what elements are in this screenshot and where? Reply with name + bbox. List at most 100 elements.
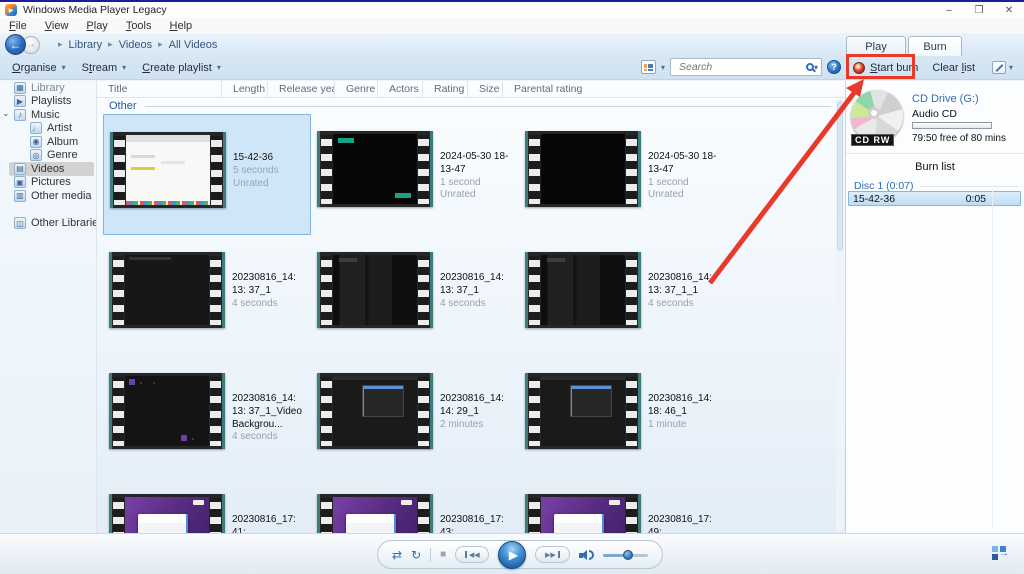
burn-panel: CD RW CD Drive (G:) Audio CD 79:50 free … [845, 81, 1024, 533]
breadcrumb-arrow-icon: ▸ [158, 39, 163, 49]
library-icon: ▦ [14, 81, 26, 94]
tab-play[interactable]: Play [846, 36, 906, 56]
switch-to-now-playing-button[interactable]: → [992, 546, 1014, 561]
view-options-icon[interactable] [640, 60, 656, 74]
video-item[interactable]: 20230816_14: 13: 37_1 4 seconds [103, 235, 311, 356]
tab-burn[interactable]: Burn [908, 36, 962, 56]
menu-file[interactable]: File [0, 18, 36, 33]
burn-list-item[interactable]: 15-42-36 0:05 [848, 191, 1021, 206]
breadcrumb-library[interactable]: Library [69, 39, 103, 51]
sidebar-item-music[interactable]: ⌄ ♪ Music [0, 108, 94, 122]
video-title: 20230816_14: 14: 29_1 [440, 393, 504, 417]
volume-slider-thumb[interactable] [622, 549, 633, 560]
column-rating[interactable]: Rating [423, 81, 468, 97]
play-button[interactable]: ▶ [498, 540, 527, 569]
menu-play[interactable]: Play [77, 18, 116, 33]
column-length[interactable]: Length [222, 81, 268, 97]
cd-drive-link[interactable]: CD Drive (G:) [912, 93, 979, 105]
video-duration: 5 seconds [233, 164, 279, 176]
close-button[interactable]: ✕ [994, 2, 1024, 18]
menu-help[interactable]: Help [161, 18, 202, 33]
video-item[interactable]: 20230816_17: 41: [103, 477, 311, 533]
chevron-down-icon: ▾ [61, 63, 66, 72]
sidebar-item-artist[interactable]: ♩ Artist [0, 122, 94, 136]
scrollbar-thumb[interactable] [837, 101, 843, 251]
video-thumbnail [317, 494, 433, 533]
burn-options-icon [992, 61, 1006, 74]
column-genre[interactable]: Genre [335, 81, 378, 97]
column-title[interactable]: Title [97, 81, 222, 97]
create-playlist-button[interactable]: Create playlist ▾ [136, 58, 227, 77]
stream-button[interactable]: Stream ▾ [76, 58, 132, 77]
video-item[interactable]: 2024-05-30 18-13-47 1 second Unrated [311, 114, 519, 235]
video-thumbnail [525, 131, 641, 207]
burn-options-button[interactable]: ▾ [992, 60, 1016, 75]
video-rating: Unrated [233, 177, 269, 189]
video-item[interactable]: 15-42-36 5 seconds Unrated [103, 114, 311, 235]
window-title: Windows Media Player Legacy [23, 4, 167, 16]
group-header-other: Other [97, 98, 845, 114]
previous-button[interactable]: ◀◀ [455, 546, 490, 563]
shuffle-icon[interactable]: ⇄ [392, 549, 402, 561]
video-duration: 4 seconds [232, 431, 278, 443]
now-playing-arrow-icon: → [999, 548, 1009, 559]
video-thumbnail [317, 252, 433, 328]
help-icon[interactable]: ? [827, 60, 841, 74]
repeat-icon[interactable]: ↻ [411, 549, 421, 561]
sidebar-item-genre[interactable]: ◎ Genre [0, 149, 94, 163]
control-divider [430, 547, 432, 562]
chevron-down-icon[interactable]: ▾ [661, 63, 665, 72]
video-title: 20230816_14: 13: 37_1 [232, 272, 296, 296]
search-icon[interactable] [805, 63, 814, 71]
video-item[interactable]: 20230816_17: 49: [519, 477, 727, 533]
column-actors[interactable]: Actors [378, 81, 423, 97]
sidebar-item-album[interactable]: ◉ Album [0, 135, 94, 149]
video-item[interactable]: 20230816_14: 13: 37_1_1 4 seconds [519, 235, 727, 356]
video-duration: 1 second [440, 176, 481, 188]
next-button[interactable]: ▶▶ [535, 546, 570, 563]
video-item[interactable]: 2024-05-30 18-13-47 1 second Unrated [519, 114, 727, 235]
menu-view[interactable]: View [36, 18, 78, 33]
minimize-button[interactable]: – [934, 2, 964, 18]
volume-icon[interactable] [578, 549, 594, 561]
sidebar-item-other-media[interactable]: ▥ Other media [0, 189, 94, 203]
sidebar-item-pictures[interactable]: ▣ Pictures [0, 176, 94, 190]
playback-bar: ⇄ ↻ ■ ◀◀ ▶ ▶▶ → [0, 533, 1024, 574]
window-controls: – ❐ ✕ [934, 2, 1024, 18]
clear-list-button[interactable]: Clear list [932, 62, 975, 74]
menu-tools[interactable]: Tools [117, 18, 161, 33]
library-pane: Title Length Release year Genre Actors R… [96, 81, 845, 533]
other-media-icon: ▥ [14, 189, 26, 202]
video-title: 2024-05-30 18-13-47 [440, 151, 509, 175]
column-size[interactable]: Size [468, 81, 503, 97]
video-item[interactable]: 20230816_14: 13: 37_1_Video Backgrou... 4… [103, 356, 311, 477]
column-release-year[interactable]: Release year [268, 81, 335, 97]
breadcrumb-all-videos[interactable]: All Videos [169, 39, 218, 51]
volume-slider[interactable] [602, 549, 648, 561]
search-input[interactable] [677, 60, 806, 74]
video-item[interactable]: 20230816_14: 14: 29_1 2 minutes [311, 356, 519, 477]
video-item[interactable]: 20230816_17: 43: [311, 477, 519, 533]
expand-chevron-icon[interactable]: ⌄ [2, 108, 10, 119]
video-item[interactable]: 20230816_14: 13: 37_1 4 seconds [311, 235, 519, 356]
organise-button[interactable]: Organise ▾ [6, 58, 72, 77]
video-duration: 4 seconds [440, 297, 486, 309]
video-item[interactable]: 20230816_14: 18: 46_1 1 minute [519, 356, 727, 477]
column-parental-rating[interactable]: Parental rating [503, 81, 595, 97]
video-thumbnail [317, 131, 433, 207]
cd-rw-label: CD RW [851, 134, 895, 146]
stop-button[interactable]: ■ [440, 549, 446, 560]
video-title: 20230816_14: 18: 46_1 [648, 393, 712, 417]
maximize-button[interactable]: ❐ [964, 2, 994, 18]
scrollbar[interactable] [836, 99, 844, 531]
video-title: 20230816_17: 43: [440, 514, 504, 533]
breadcrumb-arrow-icon: ▸ [58, 39, 63, 49]
sidebar-item-library[interactable]: ▦ Library [0, 81, 94, 95]
back-button[interactable]: ← [5, 34, 26, 55]
sidebar-item-videos[interactable]: ▤ Videos [9, 162, 94, 176]
sidebar-item-playlists[interactable]: ▶ Playlists [0, 95, 94, 109]
breadcrumb-videos[interactable]: Videos [119, 39, 152, 51]
video-thumbnail [110, 132, 226, 208]
sidebar-item-other-libraries[interactable]: ◫ Other Libraries [0, 217, 104, 231]
burn-item-duration: 0:05 [965, 192, 986, 205]
